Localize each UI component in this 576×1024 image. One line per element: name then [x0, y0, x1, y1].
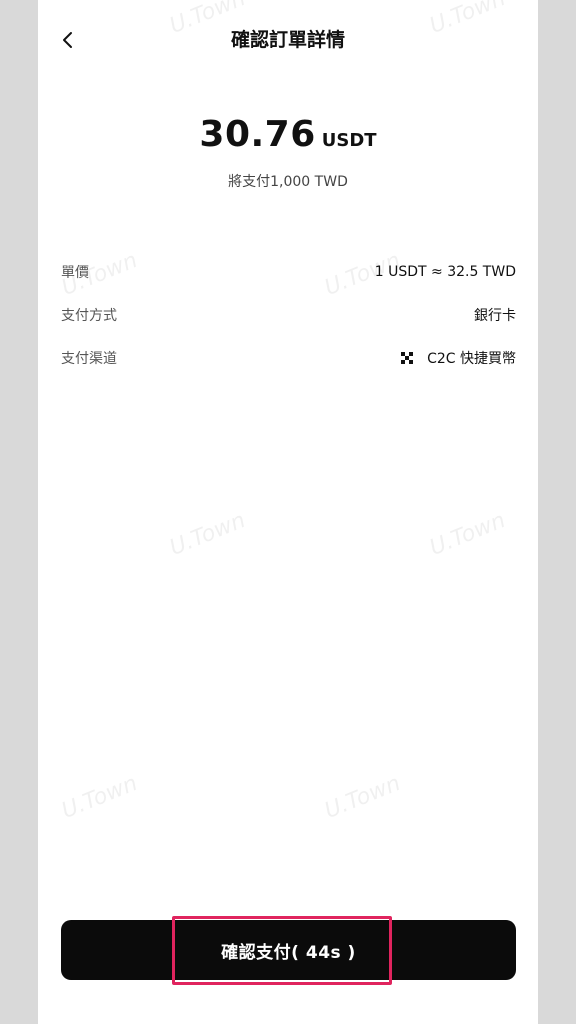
detail-row-unit-price: 單價 1 USDT ≈ 32.5 TWD — [61, 258, 516, 286]
watermark: U.Town — [321, 771, 405, 824]
order-summary: 30.76 USDT 將支付1,000 TWD — [38, 114, 538, 191]
detail-label: 單價 — [61, 265, 89, 281]
detail-label: 支付渠道 — [61, 351, 117, 367]
amount-value: 30.76 — [199, 114, 316, 155]
detail-value: 銀行卡 — [474, 308, 516, 324]
detail-row-payment-channel: 支付渠道 C2C 快捷買幣 — [61, 344, 516, 372]
detail-value: 1 USDT ≈ 32.5 TWD — [374, 264, 516, 280]
watermark: U.Town — [426, 508, 510, 561]
detail-value: C2C 快捷買幣 — [427, 351, 516, 367]
pay-note: 將支付1,000 TWD — [228, 174, 348, 190]
amount-unit: USDT — [321, 130, 377, 151]
order-details: 單價 1 USDT ≈ 32.5 TWD 支付方式 銀行卡 支付渠道 C2C 快… — [61, 258, 516, 387]
detail-row-payment-method: 支付方式 銀行卡 — [61, 301, 516, 329]
confirm-payment-button[interactable]: 確認支付( 44s ) — [61, 920, 516, 980]
detail-label: 支付方式 — [61, 308, 117, 324]
c2c-icon — [401, 352, 414, 364]
watermark: U.Town — [166, 508, 250, 561]
page-title: 確認訂單詳情 — [230, 29, 345, 51]
header: 確認訂單詳情 — [38, 0, 538, 80]
screen: U.Town U.Town U.Town U.Town U.Town U.Tow… — [38, 0, 538, 1024]
confirm-payment-label: 確認支付( 44s ) — [221, 942, 356, 963]
watermark: U.Town — [58, 771, 142, 824]
detail-value-wrap: C2C 快捷買幣 — [401, 348, 516, 368]
